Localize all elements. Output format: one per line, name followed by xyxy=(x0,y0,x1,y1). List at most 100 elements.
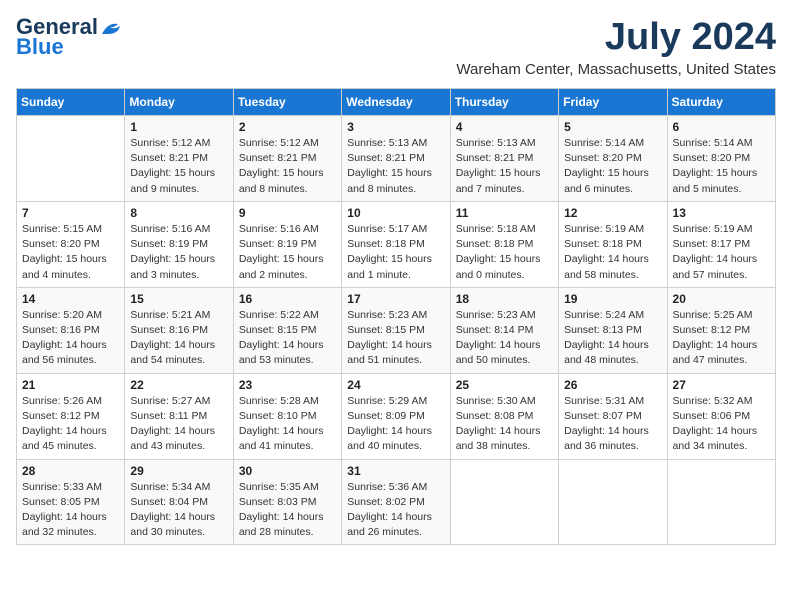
calendar-cell: 13Sunrise: 5:19 AM Sunset: 8:17 PM Dayli… xyxy=(667,201,775,287)
day-number: 20 xyxy=(673,292,770,306)
col-header-thursday: Thursday xyxy=(450,89,558,116)
day-number: 16 xyxy=(239,292,336,306)
location-title: Wareham Center, Massachusetts, United St… xyxy=(456,61,776,78)
calendar-cell: 20 Sunrise: 5:25 AM Sunset: 8:12 PM Dayli… xyxy=(667,287,775,373)
calendar-cell: 23 Sunrise: 5:28 AM Sunset: 8:10 PM Dayli… xyxy=(233,373,341,459)
day-number: 21 xyxy=(22,378,119,392)
day-info: Sunrise: 5:24 AM Sunset: 8:13 PM Dayligh… xyxy=(564,308,661,369)
day-info: Sunrise: 5:15 AM Sunset: 8:20 PM Dayligh… xyxy=(22,222,119,283)
calendar-cell: 30 Sunrise: 5:35 AM Sunset: 8:03 PM Dayli… xyxy=(233,459,341,545)
calendar-cell: 28Sunrise: 5:33 AM Sunset: 8:05 PM Dayli… xyxy=(17,459,125,545)
day-number: 27 xyxy=(673,378,770,392)
col-header-sunday: Sunday xyxy=(17,89,125,116)
header: General Blue July 2024 Wareham Center, M… xyxy=(16,16,776,78)
col-header-friday: Friday xyxy=(559,89,667,116)
day-info: Sunrise: 5:26 AM Sunset: 8:12 PM Dayligh… xyxy=(22,394,119,455)
day-number: 1 xyxy=(130,120,227,134)
col-header-saturday: Saturday xyxy=(667,89,775,116)
day-number: 2 xyxy=(239,120,336,134)
calendar-cell: 18 Sunrise: 5:23 AM Sunset: 8:14 PM Dayli… xyxy=(450,287,558,373)
day-number: 25 xyxy=(456,378,553,392)
day-number: 11 xyxy=(456,206,553,220)
day-number: 31 xyxy=(347,464,444,478)
calendar-cell xyxy=(17,116,125,202)
calendar-cell: 5 Sunrise: 5:14 AM Sunset: 8:20 PM Daylig… xyxy=(559,116,667,202)
calendar-cell: 9 Sunrise: 5:16 AM Sunset: 8:19 PM Daylig… xyxy=(233,201,341,287)
day-info: Sunrise: 5:12 AM Sunset: 8:21 PM Dayligh… xyxy=(239,136,336,197)
day-info: Sunrise: 5:23 AM Sunset: 8:15 PM Dayligh… xyxy=(347,308,444,369)
day-number: 28 xyxy=(22,464,119,478)
day-info: Sunrise: 5:34 AM Sunset: 8:04 PM Dayligh… xyxy=(130,480,227,541)
calendar-cell: 4 Sunrise: 5:13 AM Sunset: 8:21 PM Daylig… xyxy=(450,116,558,202)
day-number: 17 xyxy=(347,292,444,306)
calendar-cell: 11Sunrise: 5:18 AM Sunset: 8:18 PM Dayli… xyxy=(450,201,558,287)
day-number: 26 xyxy=(564,378,661,392)
day-number: 19 xyxy=(564,292,661,306)
calendar-cell: 25 Sunrise: 5:30 AM Sunset: 8:08 PM Dayli… xyxy=(450,373,558,459)
calendar-cell: 31 Sunrise: 5:36 AM Sunset: 8:02 PM Dayli… xyxy=(342,459,450,545)
day-info: Sunrise: 5:30 AM Sunset: 8:08 PM Dayligh… xyxy=(456,394,553,455)
calendar-cell: 24 Sunrise: 5:29 AM Sunset: 8:09 PM Dayli… xyxy=(342,373,450,459)
day-number: 15 xyxy=(130,292,227,306)
day-info: Sunrise: 5:13 AM Sunset: 8:21 PM Dayligh… xyxy=(456,136,553,197)
calendar-cell: 12Sunrise: 5:19 AM Sunset: 8:18 PM Dayli… xyxy=(559,201,667,287)
day-number: 14 xyxy=(22,292,119,306)
week-row-5: 28Sunrise: 5:33 AM Sunset: 8:05 PM Dayli… xyxy=(17,459,776,545)
day-number: 3 xyxy=(347,120,444,134)
day-info: Sunrise: 5:28 AM Sunset: 8:10 PM Dayligh… xyxy=(239,394,336,455)
day-number: 24 xyxy=(347,378,444,392)
calendar-cell xyxy=(450,459,558,545)
day-info: Sunrise: 5:25 AM Sunset: 8:12 PM Dayligh… xyxy=(673,308,770,369)
day-number: 7 xyxy=(22,206,119,220)
calendar-cell: 21 Sunrise: 5:26 AM Sunset: 8:12 PM Dayli… xyxy=(17,373,125,459)
day-info: Sunrise: 5:14 AM Sunset: 8:20 PM Dayligh… xyxy=(564,136,661,197)
day-info: Sunrise: 5:16 AM Sunset: 8:19 PM Dayligh… xyxy=(239,222,336,283)
day-info: Sunrise: 5:27 AM Sunset: 8:11 PM Dayligh… xyxy=(130,394,227,455)
calendar-cell: 15 Sunrise: 5:21 AM Sunset: 8:16 PM Dayli… xyxy=(125,287,233,373)
day-number: 9 xyxy=(239,206,336,220)
calendar-cell: 22 Sunrise: 5:27 AM Sunset: 8:11 PM Dayli… xyxy=(125,373,233,459)
day-info: Sunrise: 5:20 AM Sunset: 8:16 PM Dayligh… xyxy=(22,308,119,369)
calendar-cell xyxy=(559,459,667,545)
day-number: 30 xyxy=(239,464,336,478)
day-info: Sunrise: 5:29 AM Sunset: 8:09 PM Dayligh… xyxy=(347,394,444,455)
day-number: 8 xyxy=(130,206,227,220)
calendar-cell: 17 Sunrise: 5:23 AM Sunset: 8:15 PM Dayli… xyxy=(342,287,450,373)
calendar-cell: 2 Sunrise: 5:12 AM Sunset: 8:21 PM Daylig… xyxy=(233,116,341,202)
calendar-cell: 3 Sunrise: 5:13 AM Sunset: 8:21 PM Daylig… xyxy=(342,116,450,202)
day-info: Sunrise: 5:12 AM Sunset: 8:21 PM Dayligh… xyxy=(130,136,227,197)
logo-blue: Blue xyxy=(16,34,64,60)
day-number: 18 xyxy=(456,292,553,306)
day-number: 22 xyxy=(130,378,227,392)
day-number: 4 xyxy=(456,120,553,134)
calendar-cell: 10Sunrise: 5:17 AM Sunset: 8:18 PM Dayli… xyxy=(342,201,450,287)
day-info: Sunrise: 5:35 AM Sunset: 8:03 PM Dayligh… xyxy=(239,480,336,541)
calendar-cell: 1 Sunrise: 5:12 AM Sunset: 8:21 PM Daylig… xyxy=(125,116,233,202)
day-number: 5 xyxy=(564,120,661,134)
day-info: Sunrise: 5:22 AM Sunset: 8:15 PM Dayligh… xyxy=(239,308,336,369)
day-info: Sunrise: 5:14 AM Sunset: 8:20 PM Dayligh… xyxy=(673,136,770,197)
day-info: Sunrise: 5:23 AM Sunset: 8:14 PM Dayligh… xyxy=(456,308,553,369)
day-info: Sunrise: 5:32 AM Sunset: 8:06 PM Dayligh… xyxy=(673,394,770,455)
calendar-cell xyxy=(667,459,775,545)
day-number: 29 xyxy=(130,464,227,478)
day-info: Sunrise: 5:36 AM Sunset: 8:02 PM Dayligh… xyxy=(347,480,444,541)
calendar-cell: 19 Sunrise: 5:24 AM Sunset: 8:13 PM Dayli… xyxy=(559,287,667,373)
col-header-tuesday: Tuesday xyxy=(233,89,341,116)
day-number: 6 xyxy=(673,120,770,134)
day-info: Sunrise: 5:16 AM Sunset: 8:19 PM Dayligh… xyxy=(130,222,227,283)
calendar-cell: 16 Sunrise: 5:22 AM Sunset: 8:15 PM Dayli… xyxy=(233,287,341,373)
month-title: July 2024 xyxy=(456,16,776,59)
calendar-cell: 7 Sunrise: 5:15 AM Sunset: 8:20 PM Daylig… xyxy=(17,201,125,287)
week-row-4: 21 Sunrise: 5:26 AM Sunset: 8:12 PM Dayli… xyxy=(17,373,776,459)
day-info: Sunrise: 5:19 AM Sunset: 8:18 PM Dayligh… xyxy=(564,222,661,283)
logo: General Blue xyxy=(16,16,122,60)
day-info: Sunrise: 5:19 AM Sunset: 8:17 PM Dayligh… xyxy=(673,222,770,283)
day-number: 23 xyxy=(239,378,336,392)
col-header-monday: Monday xyxy=(125,89,233,116)
day-number: 10 xyxy=(347,206,444,220)
day-info: Sunrise: 5:13 AM Sunset: 8:21 PM Dayligh… xyxy=(347,136,444,197)
day-info: Sunrise: 5:21 AM Sunset: 8:16 PM Dayligh… xyxy=(130,308,227,369)
col-header-wednesday: Wednesday xyxy=(342,89,450,116)
title-block: July 2024 Wareham Center, Massachusetts,… xyxy=(456,16,776,78)
